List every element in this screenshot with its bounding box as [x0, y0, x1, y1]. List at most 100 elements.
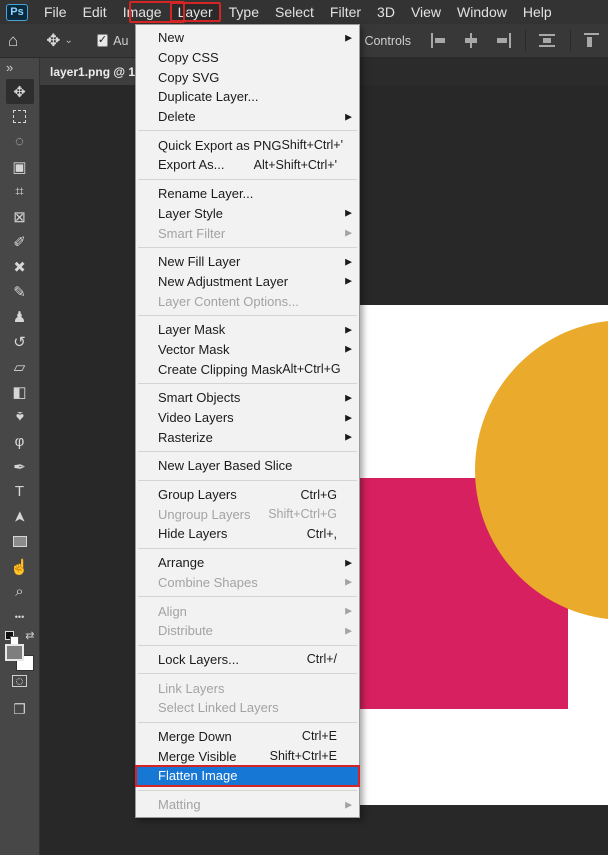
menu-item-new-adjustment-layer[interactable]: New Adjustment Layer ▶ [136, 272, 359, 292]
screen-mode-button[interactable]: ❐ [6, 697, 34, 721]
tab-label: layer1.png @ 10 [50, 64, 142, 79]
menu-item-shortcut: Ctrl+E [301, 729, 337, 744]
menu-item-new-layer-based-slice[interactable]: New Layer Based Slice [136, 456, 359, 476]
foreground-color-swatch[interactable] [4, 644, 24, 661]
distribute-icon[interactable] [538, 33, 557, 48]
marquee-tool-icon [13, 110, 26, 123]
healing-brush-tool[interactable]: ✚ [6, 254, 34, 279]
menubar-item-type[interactable]: Type [221, 2, 267, 22]
menu-item-copy-css[interactable]: Copy CSS [136, 48, 359, 68]
submenu-arrow-icon: ▶ [345, 557, 352, 568]
marquee-tool[interactable] [6, 104, 34, 129]
menu-item-shortcut: Ctrl+/ [306, 652, 337, 667]
gradient-tool[interactable]: ◧ [6, 379, 34, 404]
lasso-tool[interactable]: ◌ [6, 129, 34, 154]
edit-toolbar[interactable]: ••• [6, 604, 34, 629]
path-selection-tool[interactable]: ➤ [6, 504, 34, 529]
pen-tool[interactable]: ✒ [6, 454, 34, 479]
menubar-item-view[interactable]: View [403, 2, 449, 22]
crop-tool[interactable]: ⌗ [6, 179, 34, 204]
menu-item-shortcut: Shift+Ctrl+E [269, 749, 337, 764]
dodge-tool[interactable]: φ [6, 429, 34, 454]
type-tool-icon: T [14, 483, 25, 500]
menu-item-export-as[interactable]: Export As... Alt+Shift+Ctrl+' [136, 155, 359, 175]
menu-item-label: Smart Filter [158, 225, 226, 241]
blur-tool[interactable]: ♠ [6, 404, 34, 429]
menu-item-rasterize[interactable]: Rasterize ▶ [136, 427, 359, 447]
move-tool[interactable]: ✥ [5, 79, 34, 104]
transform-controls-label: Controls [364, 33, 411, 48]
brush-tool[interactable]: ✎ [6, 279, 34, 304]
align-top-edges-icon[interactable] [583, 33, 602, 48]
menu-item-hide-layers[interactable]: Hide Layers Ctrl+, [136, 524, 359, 544]
object-selection-tool[interactable]: ▣ [6, 154, 34, 179]
menu-item-layer-mask[interactable]: Layer Mask ▶ [136, 320, 359, 340]
menubar-item-edit[interactable]: Edit [75, 2, 115, 22]
menu-item-shortcut: Shift+Ctrl+' [281, 138, 343, 153]
menu-item-lock-layers[interactable]: Lock Layers... Ctrl+/ [136, 650, 359, 670]
menu-item-label: Combine Shapes [158, 574, 258, 590]
swap-colors-icon[interactable]: ⇄ [25, 629, 34, 642]
type-tool[interactable]: T [6, 479, 34, 504]
menu-separator [138, 130, 357, 132]
menu-item-merge-visible[interactable]: Merge Visible Shift+Ctrl+E [136, 746, 359, 766]
chevron-down-icon[interactable]: ⌄ [65, 35, 73, 46]
menu-item-group-layers[interactable]: Group Layers Ctrl+G [136, 485, 359, 505]
menubar-item-filter[interactable]: Filter [322, 2, 369, 22]
menubar-item-3d[interactable]: 3D [369, 2, 403, 22]
menu-item-flatten-image[interactable]: Flatten Image [135, 765, 360, 787]
menubar-item-select[interactable]: Select [267, 2, 322, 22]
menubar-item-help[interactable]: Help [515, 2, 560, 22]
menu-separator [138, 314, 357, 316]
blur-tool-icon: ♠ [15, 408, 24, 425]
align-horizontal-centers-icon[interactable] [462, 33, 480, 48]
layer-dropdown-menu: New ▶ Copy CSS Copy SVG Duplicate Layer... De… [135, 24, 360, 818]
menubar-item-file[interactable]: File [36, 2, 75, 22]
menu-item-matting: Matting ▶ [136, 795, 359, 815]
color-controls: ⇄ [4, 629, 35, 671]
rectangle-tool[interactable] [6, 529, 34, 554]
menu-item-new[interactable]: New ▶ [136, 28, 359, 48]
eraser-tool[interactable]: ▱ [6, 354, 34, 379]
menu-item-quick-export-as-png[interactable]: Quick Export as PNG Shift+Ctrl+' [136, 135, 359, 155]
move-tool-icon[interactable]: ✥ [46, 31, 60, 51]
zoom-tool[interactable]: ⌕ [6, 579, 34, 604]
submenu-arrow-icon: ▶ [345, 207, 352, 218]
menu-item-duplicate-layer[interactable]: Duplicate Layer... [136, 87, 359, 107]
menubar-item-window[interactable]: Window [449, 2, 515, 22]
menu-item-label: Copy SVG [158, 69, 220, 85]
menu-separator [138, 383, 357, 384]
menu-item-arrange[interactable]: Arrange ▶ [136, 553, 359, 573]
eyedropper-tool[interactable]: ✐ [6, 229, 34, 254]
menu-item-video-layers[interactable]: Video Layers ▶ [136, 408, 359, 428]
menu-item-smart-objects[interactable]: Smart Objects ▶ [136, 388, 359, 408]
menu-item-delete[interactable]: Delete ▶ [136, 107, 359, 127]
menu-separator [138, 721, 357, 723]
menu-item-smart-filter: Smart Filter ▶ [136, 223, 359, 243]
hand-tool[interactable]: ☝ [6, 554, 34, 579]
menu-item-copy-svg[interactable]: Copy SVG [136, 67, 359, 87]
menu-item-layer-content-options: Layer Content Options... [136, 291, 359, 311]
menu-item-label: Vector Mask [158, 341, 230, 357]
align-left-edges-icon[interactable] [430, 33, 448, 48]
frame-tool[interactable]: ⊠ [6, 204, 34, 229]
menu-item-new-fill-layer[interactable]: New Fill Layer ▶ [136, 252, 359, 272]
gradient-tool-icon: ◧ [12, 383, 27, 401]
align-right-edges-icon[interactable] [494, 33, 512, 48]
menu-item-rename-layer[interactable]: Rename Layer... [136, 184, 359, 204]
quick-mask-button[interactable] [6, 669, 34, 693]
menu-item-label: New [158, 30, 185, 46]
home-icon[interactable]: ⌂ [8, 31, 18, 51]
menu-item-label: Matting [158, 797, 201, 813]
clone-stamp-tool[interactable]: ♟ [6, 304, 34, 329]
menu-item-merge-down[interactable]: Merge Down Ctrl+E [136, 727, 359, 747]
menu-item-vector-mask[interactable]: Vector Mask ▶ [136, 340, 359, 360]
history-brush-tool[interactable]: ↺ [6, 329, 34, 354]
toolbar-expand-icon[interactable]: » [6, 60, 13, 75]
photoshop-logo: Ps [6, 3, 28, 21]
menu-item-create-clipping-mask[interactable]: Create Clipping Mask Alt+Ctrl+G [136, 359, 359, 379]
menu-item-shortcut: Ctrl+G [300, 487, 337, 502]
auto-select-checkbox[interactable]: ✓ [96, 34, 109, 47]
menu-item-label: Rename Layer... [158, 186, 254, 202]
menu-item-layer-style[interactable]: Layer Style ▶ [136, 204, 359, 224]
